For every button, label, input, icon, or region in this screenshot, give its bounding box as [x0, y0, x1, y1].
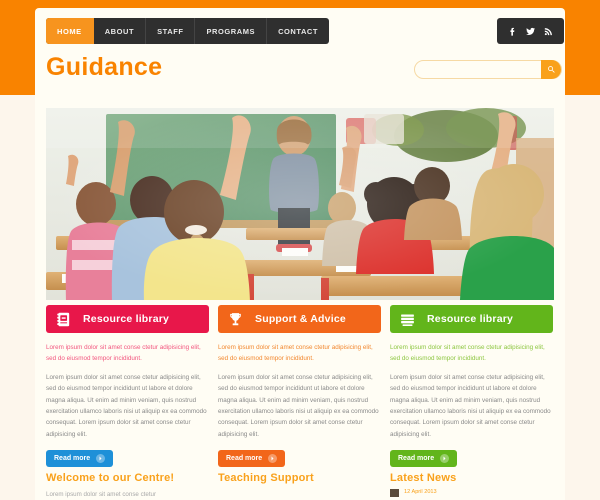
bottom-title-teaching-support: Teaching Support: [218, 472, 314, 484]
page-root: HOME ABOUT STAFF PROGRAMS CONTACT Guidan…: [0, 0, 600, 500]
main-navigation[interactable]: HOME ABOUT STAFF PROGRAMS CONTACT: [46, 18, 330, 44]
books-stack-icon: [399, 311, 416, 328]
read-more-label-3: Read more: [398, 455, 435, 462]
news-date: 12 April 2013: [404, 489, 437, 495]
feature-title-1: Resource library: [83, 313, 170, 325]
feature-title-3: Resource library: [427, 313, 514, 325]
classroom-photo: [46, 108, 554, 300]
search-button[interactable]: [541, 60, 561, 79]
bottom-section-teaching-support: Teaching Support: [218, 472, 381, 500]
arrow-right-icon: [440, 454, 450, 463]
nav-item-programs[interactable]: PROGRAMS: [195, 18, 268, 44]
feature-body-1: Lorem ipsum dolor sit amet conse ctetur …: [46, 374, 207, 438]
notebook-icon: [55, 311, 72, 328]
feature-lead-1: Lorem ipsum dolor sit amet conse ctetur …: [46, 344, 201, 363]
nav-item-staff[interactable]: STAFF: [146, 18, 196, 44]
news-item[interactable]: 12 April 2013: [390, 489, 553, 497]
search-bar[interactable]: [414, 60, 562, 79]
read-more-button-2[interactable]: Read more: [218, 450, 286, 467]
feature-lead-2: Lorem ipsum dolor sit amet conse ctetur …: [218, 344, 373, 363]
bottom-title-welcome: Welcome to our Centre!: [46, 472, 175, 484]
bottom-section-latest-news: Latest News 12 April 2013: [390, 472, 553, 500]
feature-column-resource-library-2: Resource library Lorem ipsum dolor sit a…: [390, 305, 553, 467]
nav-item-contact[interactable]: CONTACT: [267, 18, 329, 44]
bottom-section-welcome: Welcome to our Centre! Lorem ipsum dolor…: [46, 472, 209, 500]
feature-body-2: Lorem ipsum dolor sit amet conse ctetur …: [218, 374, 379, 438]
hero-image: [46, 108, 554, 300]
arrow-right-icon: [96, 454, 106, 463]
nav-item-home[interactable]: HOME: [46, 18, 94, 44]
feature-lead-3: Lorem ipsum dolor sit amet conse ctetur …: [390, 344, 545, 363]
feature-column-support-advice: Support & Advice Lorem ipsum dolor sit a…: [218, 305, 381, 467]
arrow-right-icon: [268, 454, 278, 463]
search-icon: [547, 66, 555, 73]
features-row: Resource library Lorem ipsum dolor sit a…: [46, 305, 554, 467]
nav-item-about[interactable]: ABOUT: [94, 18, 147, 44]
bottom-snippet-welcome: Lorem ipsum dolor sit amet conse ctetur: [46, 491, 157, 498]
social-links[interactable]: [497, 18, 564, 44]
site-logo[interactable]: Guidance: [46, 53, 162, 82]
news-thumbnail: [390, 489, 399, 497]
twitter-icon[interactable]: [525, 26, 536, 37]
read-more-label-1: Read more: [54, 455, 91, 462]
feature-header-1[interactable]: Resource library: [46, 305, 209, 333]
trophy-icon: [227, 311, 244, 328]
search-input[interactable]: [415, 61, 541, 78]
facebook-icon[interactable]: [507, 26, 518, 37]
feature-header-3[interactable]: Resource library: [390, 305, 553, 333]
feature-body-3: Lorem ipsum dolor sit amet conse ctetur …: [390, 374, 551, 438]
read-more-button-1[interactable]: Read more: [46, 450, 114, 467]
bottom-title-latest-news: Latest News: [390, 472, 457, 484]
rss-icon[interactable]: [543, 26, 554, 37]
feature-title-2: Support & Advice: [255, 313, 346, 325]
read-more-button-3[interactable]: Read more: [390, 450, 458, 467]
bottom-sections-row: Welcome to our Centre! Lorem ipsum dolor…: [46, 472, 554, 500]
feature-column-resource-library-1: Resource library Lorem ipsum dolor sit a…: [46, 305, 209, 467]
read-more-label-2: Read more: [226, 455, 263, 462]
feature-header-2[interactable]: Support & Advice: [218, 305, 381, 333]
